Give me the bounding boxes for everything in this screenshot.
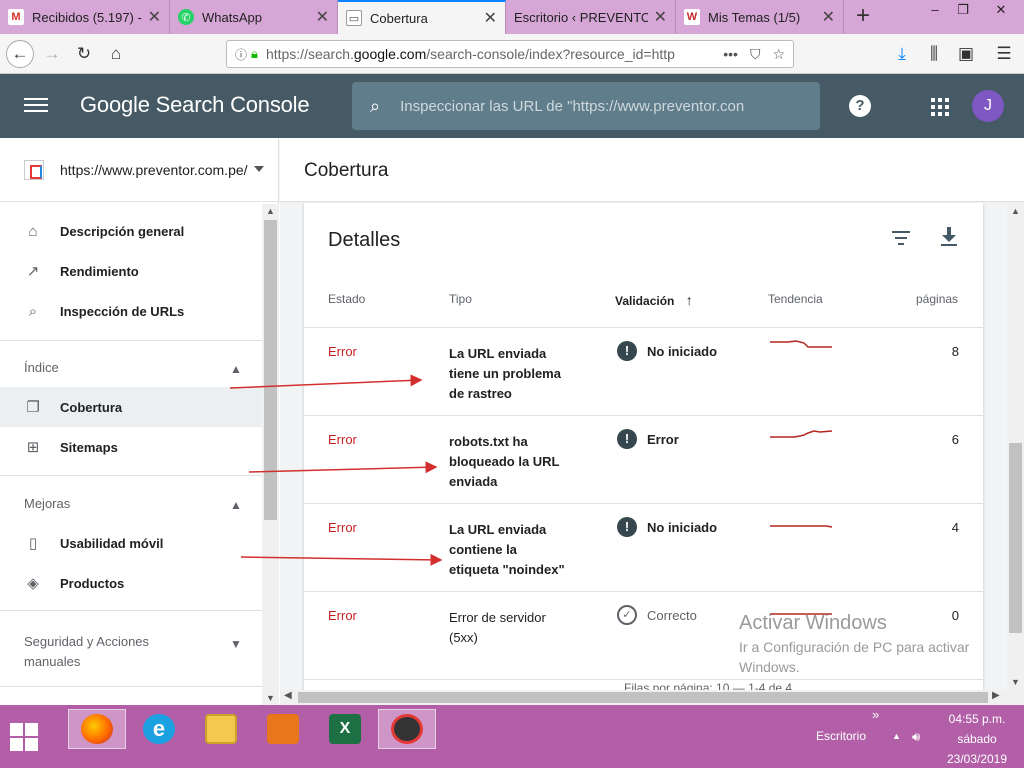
- windows-start-icon[interactable]: [10, 723, 38, 751]
- clock-day: sábado: [957, 732, 997, 746]
- annotation-arrows: [229, 374, 443, 566]
- annotation-arrow: [240, 553, 443, 566]
- firefox-icon: [81, 714, 113, 744]
- folder-icon: [205, 714, 237, 744]
- clock-date: 23/03/2019: [946, 752, 1008, 766]
- taskbar-app-active[interactable]: [378, 709, 436, 749]
- taskbar-excel[interactable]: X: [316, 709, 374, 749]
- clock-time: 04:55 p.m.: [948, 712, 1006, 726]
- windows-taskbar: e X » Escritorio ▲ 🔊︎ 04:55 p.m. sábado …: [0, 705, 1024, 768]
- app-icon: [391, 714, 423, 744]
- internet-explorer-icon: e: [143, 714, 175, 744]
- annotation-arrow: [248, 461, 438, 474]
- taskbar-firefox[interactable]: [68, 709, 126, 749]
- excel-icon: X: [329, 714, 361, 744]
- system-clock[interactable]: 04:55 p.m. sábado 23/03/2019: [940, 709, 1014, 768]
- tray-expand-icon[interactable]: »: [872, 707, 879, 722]
- desktop-toolbar-label[interactable]: Escritorio: [816, 729, 866, 743]
- taskbar-file-explorer[interactable]: [192, 709, 250, 749]
- media-player-icon: [267, 714, 299, 744]
- tray-up-icon[interactable]: ▲: [892, 731, 901, 741]
- taskbar-internet-explorer[interactable]: e: [130, 709, 188, 749]
- annotation-arrow: [229, 374, 423, 389]
- volume-icon[interactable]: 🔊︎: [912, 729, 920, 745]
- taskbar-media-player[interactable]: [254, 709, 312, 749]
